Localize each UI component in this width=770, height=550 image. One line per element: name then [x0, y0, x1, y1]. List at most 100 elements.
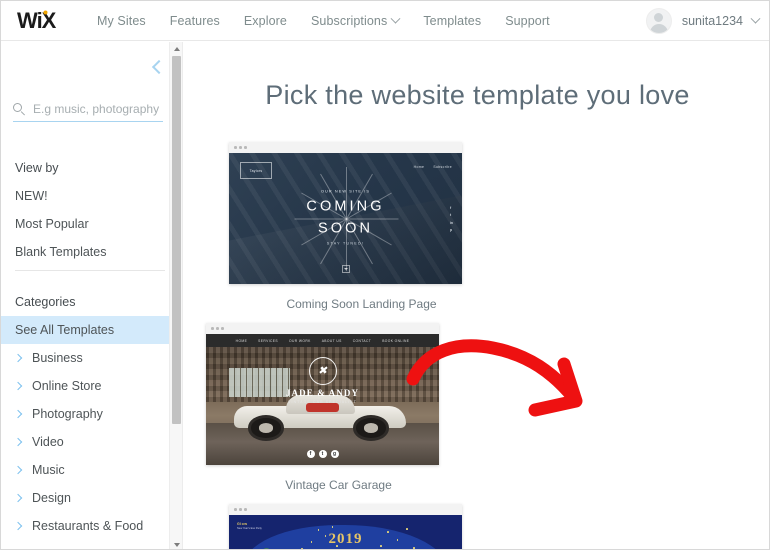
google-icon: g	[330, 450, 339, 458]
sidebar-item-blank-templates[interactable]: Blank Templates	[1, 238, 182, 266]
preview-logo-text: Glow	[237, 522, 248, 526]
chevron-right-icon	[13, 409, 23, 419]
category-label: Video	[32, 435, 64, 449]
search-field[interactable]	[13, 102, 163, 122]
browser-chrome-bar	[229, 504, 462, 515]
chevron-right-icon	[13, 381, 23, 391]
page-title: Pick the website template you love	[265, 80, 690, 110]
sidebar-item-video[interactable]: Video	[1, 428, 182, 456]
preview-scroll-down-button	[341, 265, 350, 273]
category-label: Music	[32, 463, 65, 477]
template-grid: Taylors Home Subscribe OUR NEW SITE IS C…	[184, 142, 769, 549]
scroll-up-arrow-icon[interactable]	[170, 42, 182, 55]
preview-headline-1: COMING	[306, 198, 385, 215]
chevron-down-icon	[390, 13, 401, 24]
template-thumbnail[interactable]: Glow New Year's Eve Party 2019	[229, 504, 462, 549]
category-label: Business	[32, 351, 83, 365]
nav-item-subscriptions[interactable]: Subscriptions	[311, 13, 401, 28]
main-content: Pick the website template you love Taylo…	[184, 42, 769, 549]
preview-social-icons: f t g	[306, 450, 339, 458]
category-label: Online Store	[32, 379, 102, 393]
scroll-down-arrow-icon[interactable]	[170, 538, 182, 549]
category-label: Design	[32, 491, 71, 505]
template-thumbnail[interactable]: HOME SERVICES OUR WORK ABOUT US CONTACT …	[206, 323, 439, 465]
chevron-down-icon	[750, 13, 761, 24]
chevron-right-icon	[13, 437, 23, 447]
template-card-coming-soon[interactable]: Taylors Home Subscribe OUR NEW SITE IS C…	[229, 142, 494, 311]
template-name: Coming Soon Landing Page	[286, 297, 437, 311]
sidebar-item-see-all-templates[interactable]: See All Templates	[1, 316, 182, 344]
sidebar-item-online-store[interactable]: Online Store	[1, 372, 182, 400]
sidebar-item-new[interactable]: NEW!	[1, 182, 182, 210]
svg-text:WiX: WiX	[17, 8, 57, 33]
twitter-icon: t	[318, 450, 327, 458]
preview-brand-name: JADE & ANDY	[285, 388, 360, 398]
preview-nav-item: CONTACT	[352, 338, 372, 343]
preview-people-illustration	[229, 529, 462, 549]
template-preview: Taylors Home Subscribe OUR NEW SITE IS C…	[229, 153, 462, 284]
view-by-heading: View by	[15, 161, 59, 175]
chevron-left-icon	[151, 59, 167, 75]
nav-item-support[interactable]: Support	[505, 14, 549, 28]
sidebar-item-music[interactable]: Music	[1, 456, 182, 484]
chevron-right-icon	[13, 493, 23, 503]
preview-hero-text: OUR NEW SITE IS COMING SOON STAY TUNED!	[229, 189, 462, 246]
preview-tagline: STAY TUNED!	[326, 241, 365, 246]
chevron-right-icon	[13, 353, 23, 363]
nav-item-explore[interactable]: Explore	[244, 14, 287, 28]
wix-logo-icon: WiX	[17, 8, 58, 33]
username-label: sunita1234	[681, 14, 743, 28]
sidebar-collapse-button[interactable]	[150, 58, 168, 76]
categories-heading: Categories	[15, 295, 76, 309]
preview-eyebrow: OUR NEW SITE IS	[321, 189, 370, 194]
preview-nav-item: HOME	[235, 338, 248, 343]
nav-label: Explore	[243, 13, 287, 28]
nav-item-my-sites[interactable]: My Sites	[97, 14, 146, 28]
sidebar-scrollbar[interactable]	[169, 42, 182, 549]
browser-chrome-bar	[229, 142, 462, 153]
wix-logo[interactable]: WiX	[17, 8, 75, 34]
sidebar-divider	[15, 270, 165, 271]
user-account-menu[interactable]: sunita1234	[645, 1, 761, 41]
preview-logo: Taylors	[240, 162, 272, 179]
top-navigation-bar: WiX My Sites Features Explore Subscripti…	[1, 1, 769, 41]
facebook-icon: f	[306, 450, 315, 458]
template-thumbnail[interactable]: Taylors Home Subscribe OUR NEW SITE IS C…	[229, 142, 462, 284]
sidebar-item-restaurants-and-food[interactable]: Restaurants & Food	[1, 512, 182, 540]
preview-brand: JADE & ANDY VINTAGE CAR SPECIALIST	[206, 388, 439, 404]
sidebar-item-most-popular[interactable]: Most Popular	[1, 210, 182, 238]
avatar-head	[654, 13, 664, 22]
category-label: Restaurants & Food	[32, 519, 144, 533]
nav-label: Templates	[423, 13, 482, 28]
nav-label: Features	[169, 13, 220, 28]
scrollbar-thumb[interactable]	[172, 56, 181, 424]
sidebar: View by NEW! Most Popular Blank Template…	[1, 42, 183, 549]
preview-logo-text: Taylors	[249, 168, 263, 173]
sidebar-item-business[interactable]: Business	[1, 344, 182, 372]
category-label: Photography	[32, 407, 103, 421]
browser-chrome-bar	[206, 323, 439, 334]
preview-nav-item: Subscribe	[433, 165, 452, 169]
wrench-cross-icon: ✖	[308, 357, 337, 385]
nav-item-features[interactable]: Features	[170, 14, 220, 28]
preview-nav-item: BOOK ONLINE	[382, 338, 410, 343]
facebook-icon: f	[449, 205, 452, 210]
preview-nav: HOME SERVICES OUR WORK ABOUT US CONTACT …	[206, 334, 439, 347]
search-input[interactable]	[33, 102, 161, 116]
preview-nav-item: SERVICES	[258, 338, 278, 343]
sidebar-item-design[interactable]: Design	[1, 484, 182, 512]
preview-social-icons: f t in p	[450, 206, 453, 236]
preview-headline-2: SOON	[317, 220, 374, 237]
avatar-body	[649, 24, 668, 33]
template-card-new-years-eve-party[interactable]: Glow New Year's Eve Party 2019	[229, 504, 494, 549]
template-card-vintage-car-garage[interactable]: HOME SERVICES OUR WORK ABOUT US CONTACT …	[206, 323, 471, 492]
template-preview: HOME SERVICES OUR WORK ABOUT US CONTACT …	[206, 334, 439, 465]
sidebar-item-photography[interactable]: Photography	[1, 400, 182, 428]
pinterest-icon: p	[449, 228, 453, 232]
preview-brand-tagline: VINTAGE CAR SPECIALIST	[288, 400, 357, 404]
preview-nav-item: ABOUT US	[321, 338, 342, 343]
nav-item-templates[interactable]: Templates	[423, 14, 481, 28]
chevron-right-icon	[13, 521, 23, 531]
linkedin-icon: in	[449, 220, 453, 225]
avatar	[645, 8, 672, 34]
